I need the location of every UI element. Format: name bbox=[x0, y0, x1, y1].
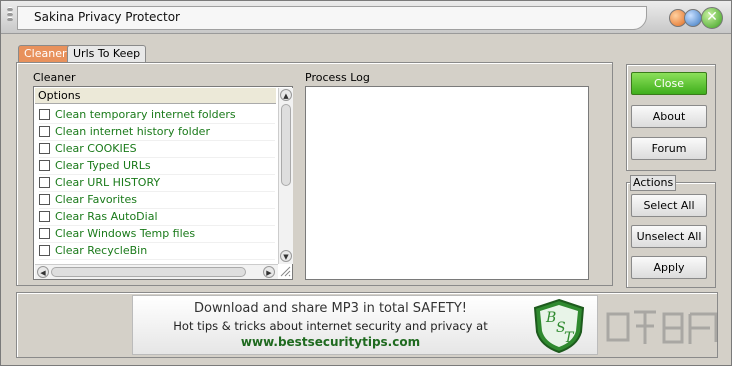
option-label: Clear Ras AutoDial bbox=[55, 210, 158, 223]
banner-headline: Download and share MP3 in total SAFETY! bbox=[194, 301, 467, 316]
list-item[interactable]: Clean internet history folder bbox=[39, 123, 275, 141]
list-item[interactable]: Clear URL HISTORY bbox=[39, 174, 275, 192]
title-box: Sakina Privacy Protector bbox=[17, 6, 647, 30]
option-label: Clear COOKIES bbox=[55, 142, 137, 155]
maximize-button[interactable] bbox=[684, 9, 702, 27]
horizontal-scroll-thumb[interactable] bbox=[51, 267, 246, 277]
options-list[interactable]: Options Clean temporary internet folders… bbox=[33, 86, 293, 280]
scroll-up-icon[interactable]: ▲ bbox=[280, 89, 292, 101]
option-checkbox[interactable] bbox=[39, 228, 50, 239]
vertical-scroll-thumb[interactable] bbox=[281, 104, 291, 186]
about-button[interactable]: About bbox=[631, 105, 707, 128]
list-item[interactable]: Clear COOKIES bbox=[39, 140, 275, 158]
select-all-button[interactable]: Select All bbox=[631, 194, 707, 217]
cleaner-group-label: Cleaner bbox=[33, 71, 76, 84]
title-bar[interactable]: Sakina Privacy Protector ✕ bbox=[1, 1, 731, 34]
option-checkbox[interactable] bbox=[39, 160, 50, 171]
tab-urls-to-keep[interactable]: Urls To Keep bbox=[67, 45, 147, 62]
banner-subline: Hot tips & tricks about internet securit… bbox=[173, 319, 488, 333]
option-checkbox[interactable] bbox=[39, 109, 50, 120]
options-vertical-scrollbar[interactable]: ▲ ▼ bbox=[278, 88, 293, 264]
window-title: Sakina Privacy Protector bbox=[34, 10, 180, 24]
option-checkbox[interactable] bbox=[39, 177, 50, 188]
list-item[interactable]: Clear Ras AutoDial bbox=[39, 208, 275, 226]
window-grip-icon[interactable] bbox=[5, 6, 15, 26]
close-window-button[interactable]: ✕ bbox=[701, 7, 723, 29]
option-label: Clear Favorites bbox=[55, 193, 137, 206]
process-log-label: Process Log bbox=[305, 71, 370, 84]
list-item[interactable]: Clear Typed URLs bbox=[39, 157, 275, 175]
banner-link[interactable]: www.bestsecuritytips.com bbox=[133, 335, 528, 349]
option-label: Clear Typed URLs bbox=[55, 159, 151, 172]
list-item[interactable]: Clean temporary internet folders bbox=[39, 106, 275, 124]
actions-label: Actions bbox=[630, 175, 677, 191]
process-log-box[interactable] bbox=[305, 86, 589, 280]
option-checkbox[interactable] bbox=[39, 143, 50, 154]
list-item[interactable]: Clear Favorites bbox=[39, 191, 275, 209]
tab-cleaner[interactable]: Cleaner bbox=[18, 45, 73, 62]
option-label: Clear Windows Temp files bbox=[55, 227, 196, 240]
watermark-logo-icon bbox=[606, 310, 718, 344]
list-item[interactable]: Clear Windows Temp files bbox=[39, 225, 275, 243]
svg-text:B: B bbox=[545, 310, 556, 326]
apply-button[interactable]: Apply bbox=[631, 256, 707, 279]
option-checkbox[interactable] bbox=[39, 245, 50, 256]
options-header[interactable]: Options bbox=[35, 88, 276, 104]
options-horizontal-scrollbar[interactable]: ◀ ▶ bbox=[35, 264, 278, 279]
option-checkbox[interactable] bbox=[39, 126, 50, 137]
bst-shield-logo-icon: B S T bbox=[533, 298, 585, 354]
list-item[interactable]: Clear RecycleBin bbox=[39, 242, 275, 260]
option-label: Clean temporary internet folders bbox=[55, 108, 236, 121]
option-label: Clear URL HISTORY bbox=[55, 176, 161, 189]
ad-banner[interactable]: Download and share MP3 in total SAFETY! … bbox=[132, 295, 598, 355]
option-checkbox[interactable] bbox=[39, 211, 50, 222]
option-checkbox[interactable] bbox=[39, 194, 50, 205]
scroll-down-icon[interactable]: ▼ bbox=[280, 250, 292, 262]
close-button[interactable]: Close bbox=[631, 72, 707, 95]
forum-button[interactable]: Forum bbox=[631, 137, 707, 160]
scroll-left-icon[interactable]: ◀ bbox=[37, 266, 49, 278]
resize-grip-icon[interactable] bbox=[278, 264, 292, 278]
option-label: Clean internet history folder bbox=[55, 125, 210, 138]
close-icon: ✕ bbox=[706, 9, 718, 25]
scroll-right-icon[interactable]: ▶ bbox=[263, 266, 275, 278]
option-label: Clear RecycleBin bbox=[55, 244, 148, 257]
unselect-all-button[interactable]: Unselect All bbox=[631, 225, 707, 248]
